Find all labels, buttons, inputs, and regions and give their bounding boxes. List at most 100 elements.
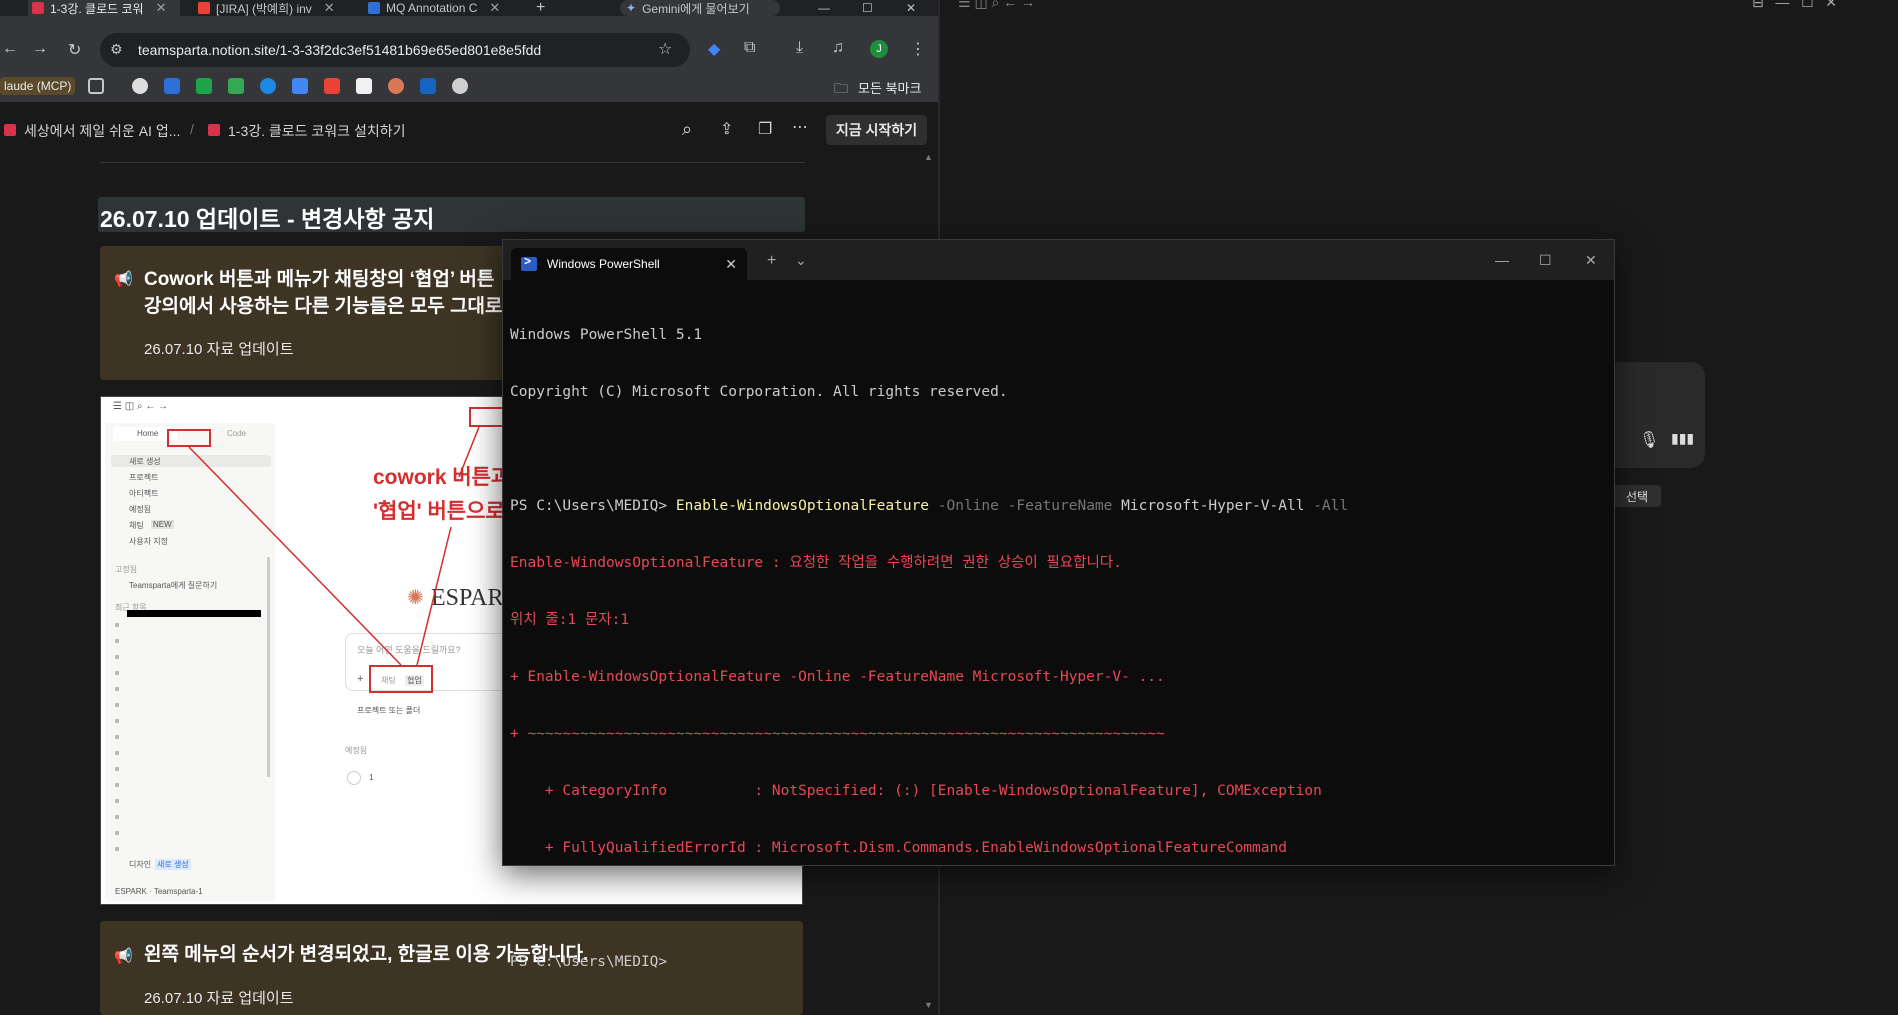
tab-strip: 1-3강. 클로드 코워 ✕ [JIRA] (박예희) inv ✕ MQ Ann…: [0, 0, 938, 16]
share-icon[interactable]: ⇪: [720, 119, 733, 139]
new-tab-icon[interactable]: +: [767, 252, 776, 270]
gmail-favicon-icon: [198, 2, 210, 14]
page-icon: [4, 124, 16, 136]
get-started-button[interactable]: 지금 시작하기: [826, 115, 927, 145]
prompt: PS C:\Users\MEDIQ>: [510, 498, 668, 514]
close-window-icon[interactable]: ✕: [1585, 252, 1597, 269]
bookmark-github-icon[interactable]: [452, 78, 468, 94]
bookmark-claude-icon[interactable]: [388, 78, 404, 94]
bookmark-claude-mcp[interactable]: laude (MCP): [0, 77, 76, 95]
error-line: + FullyQualifiedErrorId : Microsoft.Dism…: [510, 840, 1287, 856]
close-window-button[interactable]: ✕: [906, 0, 920, 16]
error-line: + Enable-WindowsOptionalFeature -Online …: [510, 669, 1165, 685]
voice-icon[interactable]: ▮▮▮: [1671, 430, 1694, 447]
tab-mq[interactable]: MQ Annotation C ✕: [368, 0, 516, 16]
powershell-window[interactable]: Windows PowerShell ✕ + ⌄ — ☐ ✕ Windows P…: [502, 239, 1615, 970]
bookmark-meet-icon[interactable]: [228, 78, 244, 94]
powershell-icon: [521, 254, 537, 271]
bookmark-chatgpt-icon[interactable]: [132, 78, 148, 94]
new-tab-button[interactable]: +: [536, 0, 552, 16]
output-line: Copyright (C) Microsoft Corporation. All…: [510, 384, 1008, 400]
search-icon[interactable]: ⌕: [682, 119, 692, 140]
window-controls[interactable]: ⊟ — ☐ ✕: [1752, 0, 1837, 11]
megaphone-icon: 📢: [114, 948, 133, 965]
bookmark-n-icon[interactable]: [196, 78, 212, 94]
param-all: -All: [1313, 498, 1349, 514]
maximize-icon[interactable]: ☐: [1539, 252, 1552, 269]
download-icon[interactable]: ⤓: [796, 39, 803, 57]
megaphone-icon: 📢: [114, 271, 133, 288]
callout-subtitle: 26.07.10 자료 업데이트: [144, 990, 294, 1007]
all-bookmarks[interactable]: 모든 북마크: [858, 78, 921, 97]
terminal-output[interactable]: Windows PowerShell 5.1 Copyright (C) Mic…: [510, 288, 1348, 1010]
output-line: Windows PowerShell 5.1: [510, 327, 703, 343]
url-text[interactable]: teamsparta.notion.site/1-3-33f2dc3ef5148…: [138, 42, 541, 58]
notion-favicon-icon: [32, 2, 44, 14]
bookmark-jira-icon[interactable]: [164, 78, 180, 94]
dropdown-chevron-icon[interactable]: ⌄: [795, 252, 807, 269]
gemini-button[interactable]: ✦ Gemini에게 물어보기: [620, 0, 780, 16]
param-online: -Online: [937, 498, 999, 514]
error-line: 위치 줄:1 문자:1: [510, 612, 630, 628]
callout-title-line2: 강의에서 사용하는 다른 기능들은 모두 그대로: [144, 296, 503, 317]
prompt-line: PS C:\Users\MEDIQ>: [510, 954, 668, 970]
forward-icon[interactable]: →: [32, 40, 48, 58]
mic-icon[interactable]: 🎙: [1639, 430, 1659, 450]
extension-pin-icon[interactable]: ◆: [708, 39, 720, 59]
scroll-up-icon[interactable]: ▲: [924, 152, 933, 162]
terminal-tab[interactable]: Windows PowerShell ✕: [511, 248, 747, 280]
apps-grid-icon[interactable]: [88, 78, 104, 94]
callout-subtitle: 26.07.10 자료 업데이트: [144, 341, 294, 358]
gemini-icon: ✦: [626, 1, 637, 15]
gemini-label: Gemini에게 물어보기: [642, 1, 750, 16]
divider: [100, 162, 805, 163]
site-info-icon[interactable]: ⚙: [110, 41, 123, 58]
annotation-line1: cowork 버튼과: [373, 466, 511, 489]
error-line: Enable-WindowsOptionalFeature : 요청한 작업을 …: [510, 555, 1122, 571]
callout-title-line1: Cowork 버튼과 메뉴가 채팅창의 ‘협업’ 버튼: [144, 269, 495, 290]
close-icon[interactable]: ✕: [324, 0, 335, 16]
bookmark-dsh-icon[interactable]: [420, 78, 436, 94]
error-line: + ~~~~~~~~~~~~~~~~~~~~~~~~~~~~~~~~~~~~~~…: [510, 726, 1165, 742]
maximize-button[interactable]: ☐: [862, 0, 876, 16]
media-icon[interactable]: ♫: [832, 39, 844, 57]
duplicate-icon[interactable]: ❐: [758, 119, 772, 139]
tooltip: 선택: [1613, 485, 1661, 507]
bookmark-star-icon[interactable]: ☆: [658, 39, 672, 59]
profile-avatar[interactable]: J: [870, 40, 888, 58]
terminal-tab-label: Windows PowerShell: [547, 257, 660, 271]
command-name: Enable-WindowsOptionalFeature: [675, 498, 930, 514]
menu-icon[interactable]: ⋮: [910, 39, 926, 59]
breadcrumb-parent[interactable]: 세상에서 제일 쉬운 AI 업...: [24, 121, 180, 141]
extensions-icon[interactable]: ⧉: [744, 39, 755, 57]
minimize-icon[interactable]: —: [1495, 252, 1509, 268]
param-value: Microsoft-Hyper-V-All: [1121, 498, 1305, 514]
reload-icon[interactable]: ↻: [68, 40, 81, 60]
page-heading: 26.07.10 업데이트 - 변경사항 공지: [98, 197, 805, 232]
tab-label: 1-3강. 클로드 코워: [50, 1, 144, 16]
jira-favicon-icon: [368, 2, 380, 14]
tab-lecture[interactable]: 1-3강. 클로드 코워 ✕: [28, 0, 180, 16]
bookmark-notion-icon[interactable]: [356, 78, 372, 94]
tab-label: MQ Annotation C: [386, 1, 478, 15]
back-icon[interactable]: ←: [2, 40, 18, 58]
all-bookmarks-folder-icon[interactable]: 🗀: [834, 78, 848, 102]
annotation-line2: '협업' 버튼으로: [373, 500, 505, 523]
close-icon[interactable]: ✕: [725, 256, 737, 273]
breadcrumb-separator: /: [190, 121, 194, 137]
close-icon[interactable]: ✕: [156, 0, 167, 16]
more-icon[interactable]: ⋯: [792, 117, 808, 137]
right-prompt-box[interactable]: 🎙 ▮▮▮: [1613, 362, 1705, 468]
breadcrumb-current[interactable]: 1-3강. 클로드 코워크 설치하기: [228, 121, 405, 141]
minimize-button[interactable]: —: [818, 0, 832, 16]
bookmark-gmail-icon[interactable]: [324, 78, 340, 94]
tab-jira[interactable]: [JIRA] (박예희) inv ✕: [198, 0, 348, 16]
tab-label: [JIRA] (박예희) inv: [216, 1, 312, 16]
bookmark-circle-icon[interactable]: [260, 78, 276, 94]
command-line: PS C:\Users\MEDIQ> Enable-WindowsOptiona…: [510, 497, 1348, 516]
bookmark-maps-icon[interactable]: [292, 78, 308, 94]
close-icon[interactable]: ✕: [489, 0, 500, 16]
menu-icon[interactable]: ☰ ◫ ⌕ ← →: [958, 0, 1035, 11]
